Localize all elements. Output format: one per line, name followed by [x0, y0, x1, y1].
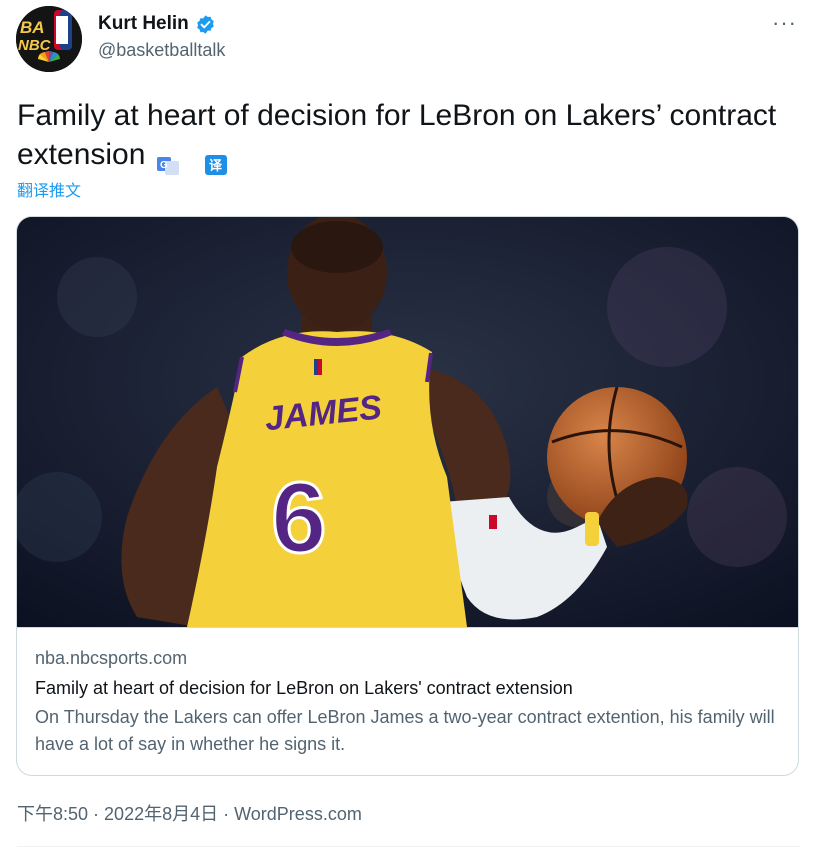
tweet-text-body: Family at heart of decision for LeBron o…: [17, 99, 777, 171]
card-description: On Thursday the Lakers can offer LeBron …: [35, 707, 775, 754]
card-domain: nba.nbcsports.com: [35, 648, 188, 668]
separator: ·: [88, 804, 105, 824]
nbc-nba-logo: BA NBC: [16, 6, 82, 72]
translate-yi-icon[interactable]: 译: [205, 146, 228, 176]
name-row: Kurt Helin: [98, 12, 225, 36]
jersey-number: 6: [271, 462, 327, 574]
tweet-timestamp: 下午8:50 · 2022年8月4日 · WordPress.com: [17, 800, 362, 826]
avatar[interactable]: BA NBC: [16, 6, 82, 72]
link-card[interactable]: JAMES 6 nba.nbcsports.com Family at hear…: [16, 216, 799, 776]
svg-text:BA: BA: [20, 18, 45, 37]
card-title: Family at heart of decision for LeBron o…: [35, 678, 573, 698]
tweet-text: Family at heart of decision for LeBron o…: [17, 96, 777, 176]
card-image[interactable]: JAMES 6: [17, 217, 798, 627]
card-meta[interactable]: nba.nbcsports.com Family at heart of dec…: [17, 627, 798, 775]
tweet: BA NBC Kurt Helin @basketballtalk ··· Fa…: [0, 0, 821, 854]
verified-badge-icon: [195, 14, 216, 35]
svg-text:G: G: [160, 160, 168, 171]
google-translate-icon[interactable]: G: [157, 146, 180, 176]
display-name[interactable]: Kurt Helin: [98, 13, 189, 35]
svg-text:译: 译: [209, 159, 223, 174]
tweet-date[interactable]: 2022年8月4日: [104, 804, 218, 824]
tweet-source[interactable]: WordPress.com: [234, 804, 362, 824]
user-handle[interactable]: @basketballtalk: [98, 40, 225, 61]
separator: ·: [218, 804, 235, 824]
author-info: Kurt Helin @basketballtalk: [98, 12, 225, 61]
tweet-time[interactable]: 下午8:50: [17, 804, 88, 824]
divider: [17, 846, 800, 847]
translate-icons: G 译: [157, 146, 228, 176]
translate-tweet-link[interactable]: 翻译推文: [17, 177, 81, 201]
more-options-icon[interactable]: ···: [772, 10, 797, 36]
